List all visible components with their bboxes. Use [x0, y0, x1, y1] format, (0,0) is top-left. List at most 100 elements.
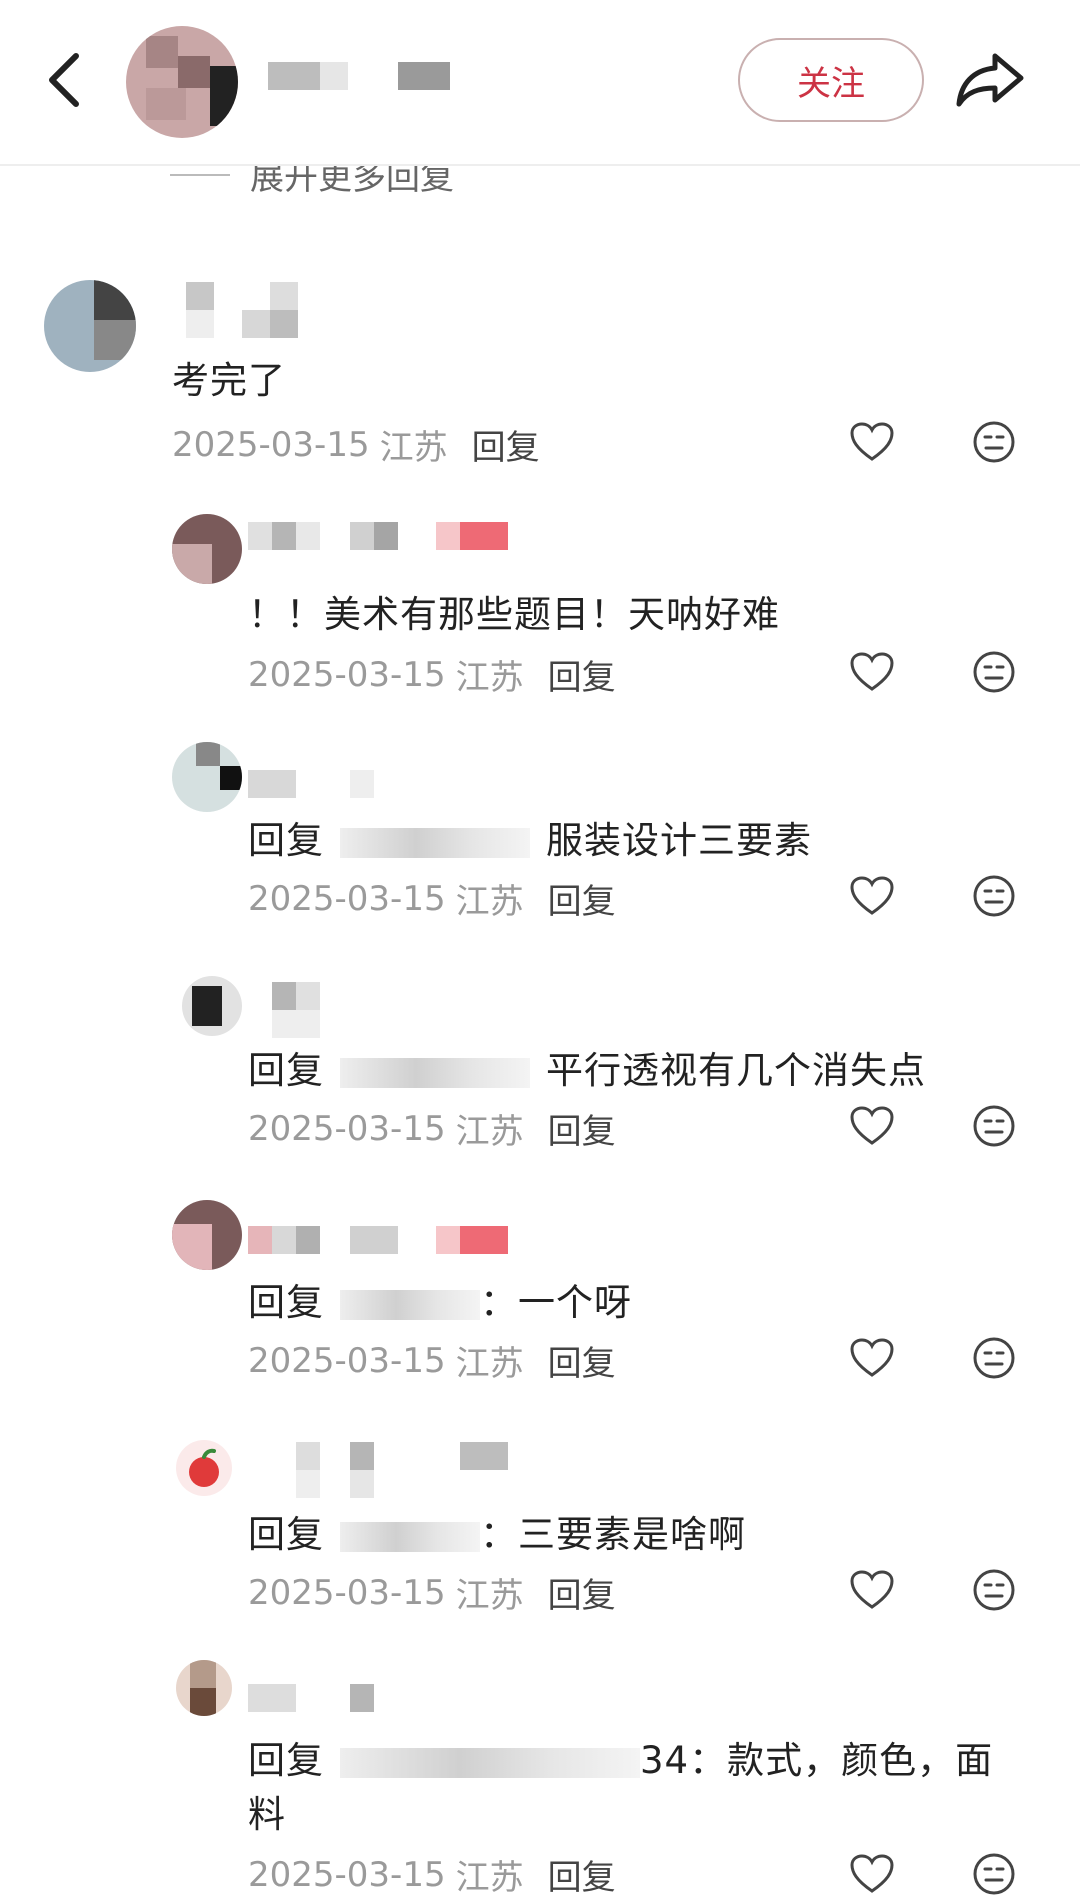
- avatar[interactable]: [176, 1660, 232, 1716]
- heart-outline-icon: [850, 1338, 894, 1377]
- neutral-face-icon: [973, 1569, 1015, 1611]
- reply-text: ！！美术有那些题目！天呐好难: [248, 593, 780, 636]
- reply-text: 回复 服装设计三要素: [248, 810, 812, 864]
- avatar[interactable]: [44, 280, 136, 372]
- reply-date: 2025-03-15: [248, 1572, 446, 1613]
- like-button[interactable]: [848, 872, 896, 920]
- reply-meta: 2025-03-15 江苏 回复: [248, 1104, 616, 1153]
- reply-item: 回复 ：一个呀 2025-03-15 江苏 回复: [0, 1200, 1080, 1400]
- username-redacted[interactable]: [248, 1684, 398, 1712]
- reply-location: 江苏: [455, 1112, 524, 1152]
- like-button[interactable]: [848, 648, 896, 696]
- reply-text: 回复 ：三要素是啥啊: [248, 1504, 746, 1558]
- reply-prefix: 回复: [248, 1049, 324, 1092]
- reply-body: 平行透视有几个消失点: [546, 1049, 926, 1092]
- dislike-button[interactable]: [970, 648, 1018, 696]
- like-button[interactable]: [848, 1566, 896, 1614]
- reply-button[interactable]: 回复: [548, 1104, 616, 1153]
- reply-target-redacted[interactable]: [340, 1521, 480, 1552]
- dislike-button[interactable]: [970, 1566, 1018, 1614]
- username-redacted[interactable]: [248, 982, 398, 1038]
- avatar[interactable]: [172, 514, 242, 584]
- reply-button[interactable]: 回复: [548, 1336, 616, 1385]
- reply-target-redacted[interactable]: [340, 1057, 530, 1088]
- reply-button[interactable]: 回复: [548, 1568, 616, 1617]
- comment-text: 考完了: [172, 359, 286, 402]
- heart-outline-icon: [850, 876, 894, 915]
- dislike-button[interactable]: [970, 1850, 1018, 1898]
- neutral-face-icon: [973, 1853, 1015, 1895]
- reply-location: 江苏: [455, 1576, 524, 1616]
- reply-item: 回复 34：款式，颜色，面 料 2025-03-15 江苏 回复: [0, 1660, 1080, 1898]
- username-redacted[interactable]: [248, 770, 398, 798]
- reply-button[interactable]: 回复: [548, 874, 616, 923]
- heart-outline-icon: [850, 1106, 894, 1145]
- like-button[interactable]: [848, 1334, 896, 1382]
- dislike-button[interactable]: [970, 418, 1018, 466]
- author-name-redacted: [268, 62, 468, 98]
- neutral-face-icon: [973, 1337, 1015, 1379]
- reply-target-redacted[interactable]: [340, 1747, 640, 1778]
- username-redacted[interactable]: [248, 1226, 548, 1254]
- author-avatar[interactable]: [126, 26, 238, 138]
- neutral-face-icon: [973, 875, 1015, 917]
- reply-prefix: 回复: [248, 1281, 324, 1324]
- username-redacted[interactable]: [186, 282, 326, 338]
- reply-text: 回复 ：一个呀: [248, 1272, 632, 1326]
- like-button[interactable]: [848, 1102, 896, 1150]
- divider: [170, 173, 230, 176]
- comment-location: 江苏: [379, 428, 448, 468]
- reply-body: ：三要素是啥啊: [480, 1513, 746, 1556]
- reply-target-redacted[interactable]: [340, 827, 530, 858]
- neutral-face-icon: [973, 651, 1015, 693]
- comment-meta: 2025-03-15 江苏 回复: [172, 420, 540, 469]
- reply-body: 服装设计三要素: [546, 819, 812, 862]
- avatar[interactable]: [182, 976, 242, 1036]
- reply-button[interactable]: 回复: [548, 1850, 616, 1899]
- neutral-face-icon: [973, 1105, 1015, 1147]
- comment-date: 2025-03-15: [172, 424, 370, 465]
- avatar[interactable]: [172, 742, 242, 812]
- reply-text-continued: 料: [248, 1793, 286, 1836]
- avatar[interactable]: [176, 1440, 232, 1496]
- reply-meta: 2025-03-15 江苏 回复: [248, 650, 616, 699]
- username-redacted[interactable]: [248, 1442, 548, 1498]
- neutral-face-icon: [973, 421, 1015, 463]
- reply-prefix: 回复: [248, 1739, 324, 1782]
- dislike-button[interactable]: [970, 1102, 1018, 1150]
- back-button[interactable]: [34, 40, 94, 120]
- reply-location: 江苏: [455, 882, 524, 922]
- heart-outline-icon: [850, 652, 894, 691]
- reply-body: ：一个呀: [480, 1281, 632, 1324]
- dislike-button[interactable]: [970, 1334, 1018, 1382]
- dislike-button[interactable]: [970, 872, 1018, 920]
- follow-button[interactable]: 关注: [738, 38, 924, 122]
- heart-outline-icon: [850, 422, 894, 461]
- reply-meta: 2025-03-15 江苏 回复: [248, 1568, 616, 1617]
- username-redacted[interactable]: [248, 522, 548, 550]
- reply-button[interactable]: 回复: [548, 650, 616, 699]
- reply-location: 江苏: [455, 1858, 524, 1898]
- share-arrow-icon: [956, 53, 1024, 107]
- reply-prefix: 回复: [248, 819, 324, 862]
- reply-location: 江苏: [455, 1344, 524, 1384]
- share-button[interactable]: [950, 40, 1030, 120]
- comment-item: 考完了 2025-03-15 江苏 回复: [0, 270, 1080, 480]
- reply-button[interactable]: 回复: [472, 420, 540, 469]
- like-button[interactable]: [848, 1850, 896, 1898]
- avatar[interactable]: [172, 1200, 242, 1270]
- heart-outline-icon: [850, 1570, 894, 1609]
- reply-text: 回复 平行透视有几个消失点: [248, 1040, 926, 1094]
- reply-meta: 2025-03-15 江苏 回复: [248, 1850, 616, 1899]
- reply-target-redacted[interactable]: [340, 1289, 480, 1320]
- reply-date: 2025-03-15: [248, 654, 446, 695]
- reply-meta: 2025-03-15 江苏 回复: [248, 874, 616, 923]
- reply-date: 2025-03-15: [248, 1340, 446, 1381]
- reply-item: ！！美术有那些题目！天呐好难 2025-03-15 江苏 回复: [0, 512, 1080, 712]
- chevron-left-icon: [49, 53, 79, 107]
- reply-text: 回复 34：款式，颜色，面: [248, 1730, 993, 1784]
- like-button[interactable]: [848, 418, 896, 466]
- reply-prefix: 回复: [248, 1513, 324, 1556]
- apple-icon: [189, 1448, 219, 1487]
- reply-meta: 2025-03-15 江苏 回复: [248, 1336, 616, 1385]
